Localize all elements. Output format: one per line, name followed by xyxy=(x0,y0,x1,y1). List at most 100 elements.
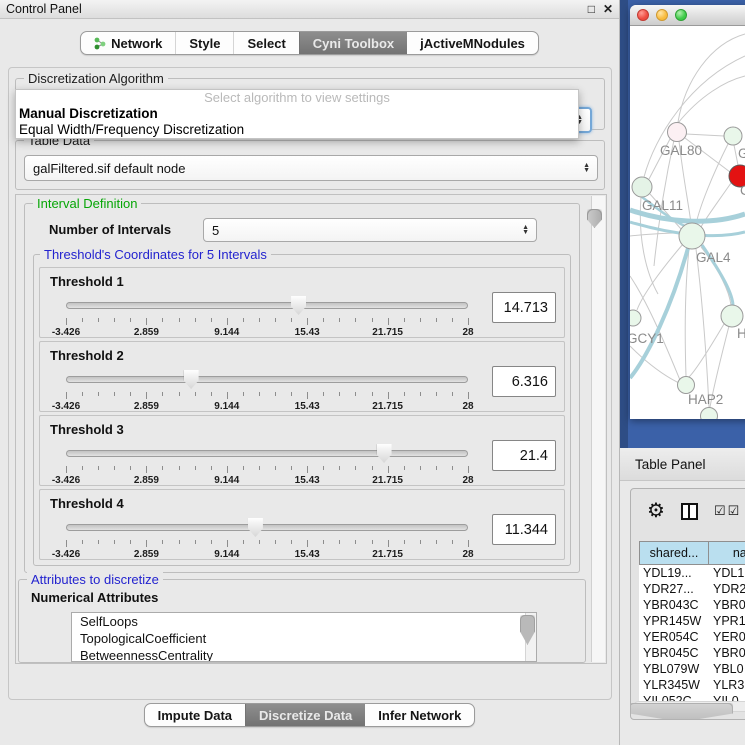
tab-network[interactable]: Network xyxy=(81,32,175,54)
threshold-value-field[interactable] xyxy=(492,440,556,471)
table-rows: YDL19...YDL1YDR27...YDR2YBR043CYBR0YPR14… xyxy=(639,565,745,709)
close-traffic-light-icon[interactable] xyxy=(637,9,649,21)
network-edge[interactable] xyxy=(678,34,745,122)
network-edge[interactable] xyxy=(686,134,724,136)
dropdown-prompt[interactable]: Select algorithm to view settings xyxy=(16,90,578,106)
cyni-toolbox-panel: Discretization Algorithm ▲▼ Select algor… xyxy=(8,67,612,700)
network-node-label: H xyxy=(737,326,745,341)
slider-thumb[interactable] xyxy=(248,518,263,537)
slider-thumb[interactable] xyxy=(184,370,199,389)
table-panel-title: Table Panel xyxy=(635,457,706,472)
network-node[interactable] xyxy=(724,127,742,145)
table-row[interactable]: YBR045CYBR0 xyxy=(639,645,745,661)
table-cell: YDL1 xyxy=(709,565,745,581)
scrollbar-thumb[interactable] xyxy=(587,209,602,228)
threshold-panel: Threshold 4 -3.4262.8599.14415.4321.7152… xyxy=(39,489,565,560)
tab-discretize-data[interactable]: Discretize Data xyxy=(245,704,365,726)
threshold-panel: Threshold 3 -3.4262.8599.14415.4321.7152… xyxy=(39,415,565,486)
settings-vertical-scrollbar[interactable] xyxy=(591,196,605,662)
threshold-slider[interactable]: -3.4262.8599.14415.4321.71528 xyxy=(66,516,468,558)
network-node[interactable] xyxy=(630,310,641,326)
tab-cyni-toolbox[interactable]: Cyni Toolbox xyxy=(299,32,407,54)
table-row[interactable]: YER054CYER0 xyxy=(639,629,745,645)
zoom-traffic-light-icon[interactable] xyxy=(675,9,687,21)
slider-track[interactable] xyxy=(66,450,468,457)
gear-icon[interactable]: ⚙ xyxy=(647,501,665,521)
table-row[interactable]: YPR145WYPR1 xyxy=(639,613,745,629)
attribute-items: SelfLoopsTopologicalCoefficientBetweenne… xyxy=(72,613,536,662)
network-edge[interactable] xyxy=(685,249,689,376)
threshold-slider[interactable]: -3.4262.8599.14415.4321.71528 xyxy=(66,368,468,410)
slider-track[interactable] xyxy=(66,524,468,531)
tab-impute-data[interactable]: Impute Data xyxy=(145,704,245,726)
network-node[interactable] xyxy=(701,408,718,420)
attribute-list-item[interactable]: TopologicalCoefficient xyxy=(72,630,536,647)
node-table-box: ⚙ ☑☑ shared...name YDL19...YDL1YDR27...Y… xyxy=(630,488,745,720)
threshold-slider[interactable]: -3.4262.8599.14415.4321.71528 xyxy=(66,442,468,484)
slider-tick-labels: -3.4262.8599.14415.4321.71528 xyxy=(66,549,468,561)
table-cell: YDL19... xyxy=(639,565,709,581)
float-window-icon[interactable]: □ xyxy=(588,2,595,16)
table-row[interactable]: YLR345WYLR3 xyxy=(639,677,745,693)
network-node-label: C xyxy=(740,183,745,198)
table-row[interactable]: YDL19...YDL1 xyxy=(639,565,745,581)
network-node[interactable] xyxy=(668,123,687,142)
tab-label: Cyni Toolbox xyxy=(313,36,394,51)
threshold-panel: Threshold 2 -3.4262.8599.14415.4321.7152… xyxy=(39,341,565,412)
table-cell: YBL079W xyxy=(639,661,709,677)
checkbox-icon[interactable]: ☑ xyxy=(728,503,740,519)
network-node[interactable] xyxy=(678,377,695,394)
slider-track[interactable] xyxy=(66,302,468,309)
threshold-value-field[interactable] xyxy=(492,514,556,545)
interval-definition-group: Interval Definition Number of Intervals … xyxy=(24,203,580,573)
table-column-header[interactable]: shared... xyxy=(639,541,709,565)
network-node[interactable] xyxy=(632,177,652,197)
top-tab-bar: NetworkStyle Select Cyni Toolbox jActiveMNo… xyxy=(0,31,619,55)
slider-thumb[interactable] xyxy=(377,444,392,463)
tab-style[interactable]: Style xyxy=(175,32,233,54)
tab-select[interactable]: Select xyxy=(233,32,298,54)
table-row[interactable]: YBR043CYBR0 xyxy=(639,597,745,613)
threshold-label: Threshold 4 xyxy=(50,496,124,511)
attribute-list-item[interactable]: SelfLoops xyxy=(72,613,536,630)
network-node-label: GCY1 xyxy=(630,331,664,346)
table-row[interactable]: YDR27...YDR2 xyxy=(639,581,745,597)
bottom-tab-bar: Impute DataDiscretize DataInfer Network xyxy=(0,703,619,727)
settings-scroll-area: Interval Definition Number of Intervals … xyxy=(15,194,607,664)
dropdown-option[interactable]: Manual Discretization xyxy=(16,106,578,122)
table-column-header[interactable]: name xyxy=(709,541,745,565)
threshold-value-field[interactable] xyxy=(492,366,556,397)
minimize-traffic-light-icon[interactable] xyxy=(656,9,668,21)
number-of-intervals-combobox[interactable]: 5 ▲▼ xyxy=(203,218,537,242)
network-node[interactable] xyxy=(721,305,743,327)
table-horizontal-scrollbar[interactable] xyxy=(633,701,745,712)
columns-icon[interactable] xyxy=(681,503,698,520)
table-data-group: Table Data galFiltered.sif default node … xyxy=(15,140,605,190)
attribute-list-item[interactable]: BetweennessCentrality xyxy=(72,647,536,662)
numerical-attributes-label: Numerical Attributes xyxy=(31,590,158,605)
attributes-scrollbar[interactable] xyxy=(525,613,536,661)
table-data-combobox[interactable]: galFiltered.sif default node ▲▼ xyxy=(24,155,598,181)
close-window-icon[interactable]: ✕ xyxy=(603,2,613,16)
network-view-window[interactable]: GAL80GACGAL11GAL4GCY1HHAP2 xyxy=(630,5,745,419)
threshold-value-field[interactable] xyxy=(492,292,556,323)
group-title: Threshold's Coordinates for 5 Intervals xyxy=(40,247,271,262)
checkbox-icon[interactable]: ☑ xyxy=(714,503,726,519)
slider-track[interactable] xyxy=(66,376,468,383)
table-cell: YBL0 xyxy=(709,661,745,677)
network-node-label: GAL11 xyxy=(642,198,683,213)
dropdown-option[interactable]: Equal Width/Frequency Discretization xyxy=(16,122,578,138)
network-node[interactable] xyxy=(679,223,705,249)
slider-thumb[interactable] xyxy=(291,296,306,315)
network-edge[interactable] xyxy=(696,249,709,407)
network-graph-canvas[interactable]: GAL80GACGAL11GAL4GCY1HHAP2 xyxy=(630,26,745,419)
tab-jactivemnodules[interactable]: jActiveMNodules xyxy=(407,32,538,54)
tab-infer-network[interactable]: Infer Network xyxy=(365,704,474,726)
scrollbar-thumb[interactable] xyxy=(630,703,733,720)
threshold-slider[interactable]: -3.4262.8599.14415.4321.71528 xyxy=(66,294,468,336)
table-row[interactable]: YBL079WYBL0 xyxy=(639,661,745,677)
slider-tick-labels: -3.4262.8599.14415.4321.71528 xyxy=(66,475,468,487)
network-edge[interactable] xyxy=(678,76,745,123)
tab-label: Select xyxy=(247,36,285,51)
combo-arrows-icon: ▲▼ xyxy=(522,225,529,235)
